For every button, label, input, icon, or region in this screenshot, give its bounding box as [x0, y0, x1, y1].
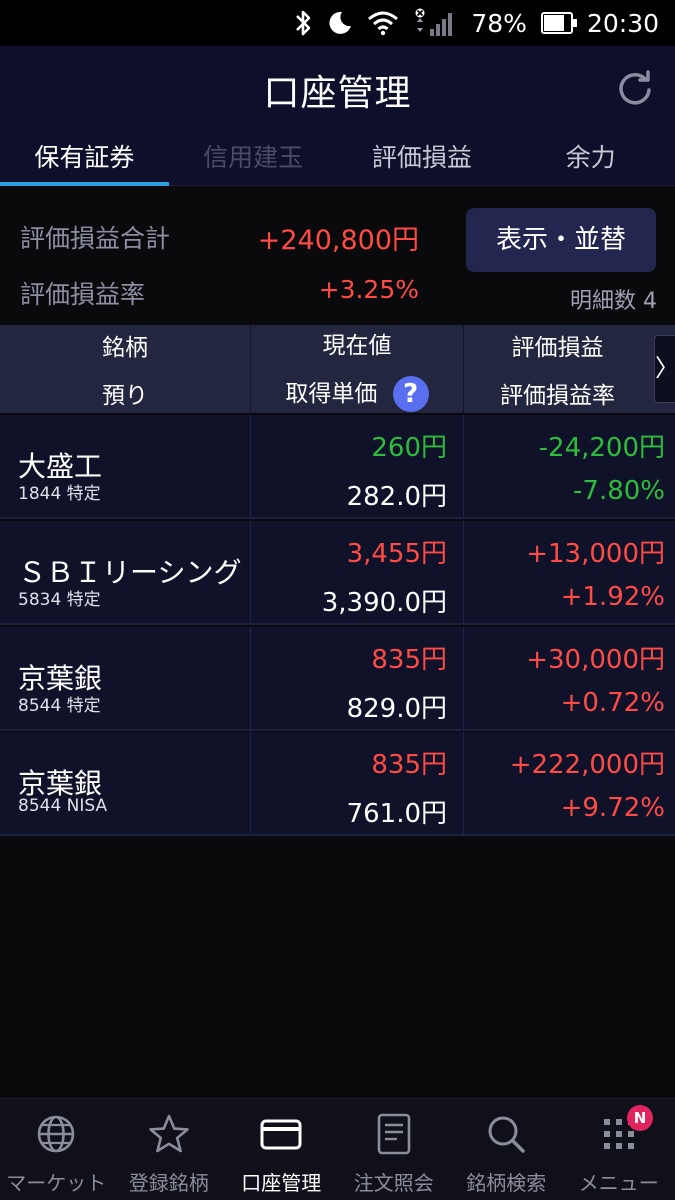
current-price: 260円: [371, 433, 447, 463]
acquisition-price: 761.0円: [346, 799, 447, 829]
nav-search-label: 銘柄検索: [466, 1171, 547, 1195]
acquisition-price: 829.0円: [346, 694, 447, 724]
nav-menu[interactable]: N メニュー: [563, 1099, 675, 1200]
header-col-pl: 評価損益 評価損益率: [463, 325, 651, 413]
bottom-nav: マーケット 登録銘柄 口座管理 注文照会 銘柄検索 N メニュー: [0, 1098, 675, 1200]
stock-code-account: 5834 特定: [18, 590, 101, 610]
table-row[interactable]: 京葉銀 8544 特定 835円 829.0円 +30,000円 +0.72%: [0, 627, 675, 731]
wifi-icon: [367, 10, 399, 36]
scroll-right-button[interactable]: 〉: [654, 335, 675, 403]
battery-icon: [540, 12, 577, 34]
star-icon: [148, 1114, 189, 1153]
column-divider: [463, 732, 464, 834]
column-divider: [250, 732, 251, 834]
header-pl-label: 評価損益: [511, 335, 604, 361]
profit-loss-rate: -7.80%: [573, 476, 665, 506]
app-header: 口座管理: [0, 46, 675, 134]
bluetooth-icon: [293, 9, 313, 37]
refresh-icon[interactable]: [615, 68, 655, 108]
stock-code-account: 8544 NISA: [18, 796, 108, 816]
document-icon: [377, 1113, 411, 1155]
moon-icon: [327, 10, 353, 36]
profit-loss: +222,000円: [509, 750, 665, 780]
header-stock-label: 銘柄: [102, 335, 148, 361]
nav-account-label: 口座管理: [241, 1171, 322, 1195]
search-icon: [488, 1116, 525, 1153]
clock: 20:30: [586, 8, 659, 38]
nav-market-label: マーケット: [6, 1171, 107, 1195]
stock-code-account: 1844 特定: [18, 484, 101, 504]
header-col-stock: 銘柄 預り: [0, 325, 250, 413]
profit-loss-rate: +9.72%: [560, 793, 665, 823]
stock-code-account: 8544 特定: [18, 696, 101, 716]
current-price: 835円: [371, 750, 447, 780]
pl-rate-value: +3.25%: [318, 275, 419, 304]
nav-search[interactable]: 銘柄検索: [450, 1099, 563, 1200]
column-divider: [463, 521, 464, 623]
header-cost-label: 取得単価: [285, 380, 378, 407]
tab-margin-positions[interactable]: 信用建玉: [169, 134, 338, 185]
nav-watchlist[interactable]: 登録銘柄: [113, 1099, 226, 1200]
profit-loss: +30,000円: [526, 645, 665, 675]
globe-icon: [37, 1115, 75, 1153]
acquisition-price: 3,390.0円: [321, 588, 447, 618]
app-root: 78% 20:30 口座管理 保有証券 信用建玉 評価損益 余力 評価損益合計 …: [0, 0, 675, 1200]
profit-loss-rate: +0.72%: [560, 688, 665, 718]
pl-rate-label: 評価損益率: [20, 280, 146, 309]
nav-market[interactable]: マーケット: [0, 1099, 113, 1200]
column-divider: [250, 627, 251, 729]
item-count: 明細数 4: [570, 283, 657, 315]
current-price: 835円: [371, 645, 447, 675]
help-icon[interactable]: ?: [392, 376, 429, 413]
header-price-label: 現在値: [322, 332, 392, 359]
total-pl-value: +240,800円: [257, 225, 419, 256]
tab-buying-power[interactable]: 余力: [506, 134, 675, 185]
display-sort-button[interactable]: 表示・並替: [466, 208, 656, 272]
tab-holdings[interactable]: 保有証券: [0, 134, 169, 186]
column-divider: [250, 521, 251, 623]
total-pl-label: 評価損益合計: [20, 224, 171, 253]
notification-badge: N: [627, 1105, 653, 1131]
battery-percent: 78%: [471, 8, 527, 38]
tab-valuation[interactable]: 評価損益: [338, 134, 507, 185]
acquisition-price: 282.0円: [346, 482, 447, 512]
signal-icon: [413, 8, 457, 38]
profit-loss-rate: +1.92%: [560, 582, 665, 612]
nav-orders[interactable]: 注文照会: [338, 1099, 451, 1200]
profit-loss: -24,200円: [538, 433, 665, 463]
column-divider: [463, 627, 464, 729]
header-col-price: 現在値 取得単価 ?: [250, 325, 463, 413]
header-cost-row: 取得単価 ?: [285, 374, 429, 413]
table-header: 銘柄 預り 現在値 取得単価 ? 評価損益 評価損益率: [0, 325, 675, 413]
page-title: 口座管理: [263, 73, 412, 114]
current-price: 3,455円: [346, 539, 447, 569]
column-divider: [250, 415, 251, 517]
table-row[interactable]: 大盛工 1844 特定 260円 282.0円 -24,200円 -7.80%: [0, 415, 675, 519]
header-custody-label: 預り: [102, 383, 148, 409]
tab-bar: 保有証券 信用建玉 評価損益 余力: [0, 134, 675, 186]
nav-orders-label: 注文照会: [353, 1171, 434, 1195]
nav-watchlist-label: 登録銘柄: [128, 1171, 209, 1195]
summary-panel: 評価損益合計 +240,800円 評価損益率 +3.25% 表示・並替 明細数 …: [0, 187, 675, 324]
nav-account[interactable]: 口座管理: [225, 1099, 338, 1200]
table-row[interactable]: ＳＢＩリーシング 5834 特定 3,455円 3,390.0円 +13,000…: [0, 521, 675, 625]
nav-menu-label: メニュー: [578, 1171, 659, 1195]
card-icon: [260, 1119, 302, 1150]
column-divider: [463, 415, 464, 517]
header-plr-label: 評価損益率: [500, 383, 615, 409]
table-row[interactable]: 京葉銀 8544 NISA 835円 761.0円 +222,000円 +9.7…: [0, 732, 675, 836]
profit-loss: +13,000円: [526, 539, 665, 569]
status-bar: 78% 20:30: [0, 0, 675, 46]
item-count-value: 4: [643, 289, 657, 314]
item-count-label: 明細数: [569, 289, 636, 314]
